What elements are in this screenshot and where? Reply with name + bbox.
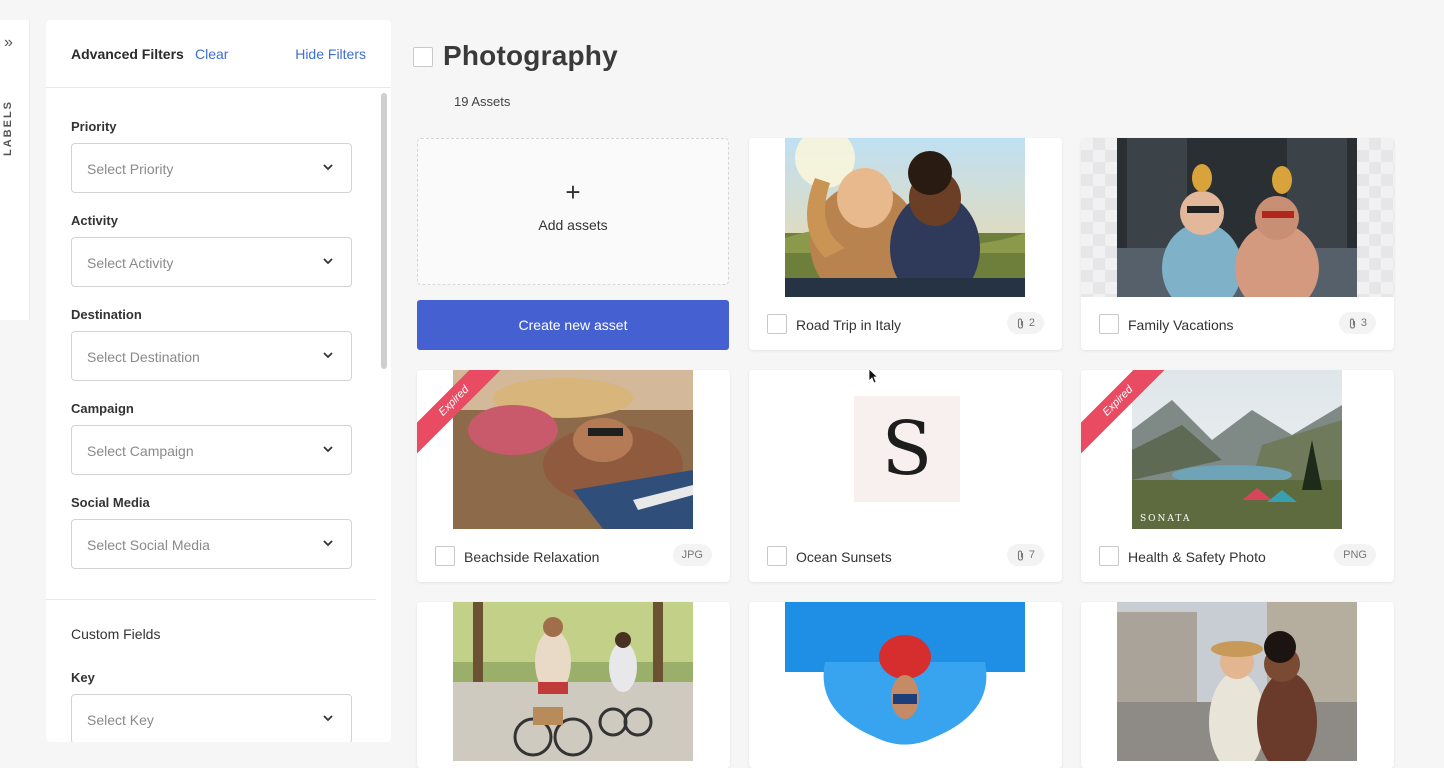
asset-name: Beachside Relaxation [464, 549, 600, 565]
hide-filters-link[interactable]: Hide Filters [295, 46, 366, 62]
priority-label: Priority [71, 119, 117, 134]
activity-filter: Activity Select Activity [71, 213, 352, 287]
asset-checkbox[interactable] [435, 546, 455, 566]
asset-checkbox[interactable] [1099, 546, 1119, 566]
clear-filters-link[interactable]: Clear [195, 46, 228, 62]
asset-card[interactable]: S Ocean Sunsets 7 [749, 370, 1062, 582]
key-label: Key [71, 670, 95, 685]
labels-tab[interactable]: LABELS [2, 100, 14, 156]
chevron-down-icon [323, 540, 333, 547]
key-select[interactable]: Select Key [71, 694, 352, 742]
asset-name: Road Trip in Italy [796, 317, 902, 333]
social-media-label: Social Media [71, 495, 150, 510]
key-filter: Key Select Key [71, 670, 352, 742]
social-media-filter: Social Media Select Social Media [71, 495, 352, 569]
plus-icon: + [565, 177, 581, 207]
divider [46, 599, 376, 600]
chevron-down-icon [323, 258, 333, 265]
attachment-count-badge: 7 [1006, 544, 1044, 566]
asset-card[interactable]: Family Vacations 3 [1081, 138, 1394, 350]
campaign-filter: Campaign Select Campaign [71, 401, 352, 475]
select-all-checkbox[interactable] [413, 47, 433, 67]
paperclip-icon [1017, 549, 1023, 561]
filters-scrollbar[interactable] [381, 93, 387, 369]
create-new-asset-button[interactable]: Create new asset [417, 300, 729, 350]
asset-thumbnail[interactable] [1117, 138, 1357, 297]
asset-thumbnail[interactable]: S [785, 370, 1025, 529]
chevron-down-icon [323, 164, 333, 171]
add-assets-label: Add assets [538, 217, 608, 233]
mouse-cursor-icon [868, 368, 878, 384]
attachment-count: 7 [1028, 549, 1035, 561]
destination-select[interactable]: Select Destination [71, 331, 352, 381]
priority-select[interactable]: Select Priority [71, 143, 352, 193]
asset-thumbnail[interactable] [453, 602, 693, 761]
asset-card[interactable] [749, 602, 1062, 768]
logo-tile: S [854, 396, 960, 502]
paperclip-icon [1349, 317, 1355, 329]
add-assets-dropzone[interactable]: + Add assets [417, 138, 729, 285]
activity-select[interactable]: Select Activity [71, 237, 352, 287]
asset-thumbnail[interactable] [785, 602, 1025, 761]
asset-count: 19 Assets [454, 94, 511, 109]
asset-name: Family Vacations [1128, 317, 1234, 333]
asset-name: Health & Safety Photo [1128, 549, 1266, 565]
advanced-filters-panel: Advanced Filters Clear Hide Filters Prio… [46, 20, 391, 742]
asset-thumbnail[interactable]: SONATA [1132, 370, 1342, 529]
asset-checkbox[interactable] [767, 314, 787, 334]
expand-panel-icon[interactable]: » [4, 34, 13, 52]
attachment-count: 3 [1360, 317, 1367, 329]
file-type-badge: PNG [1334, 544, 1376, 566]
campaign-label: Campaign [71, 401, 134, 416]
asset-card[interactable] [1081, 602, 1394, 768]
asset-card[interactable]: SONATA Expired Health & Safety Photo PNG [1081, 370, 1394, 582]
asset-thumbnail[interactable] [1117, 602, 1357, 761]
social-media-placeholder: Select Social Media [87, 537, 210, 553]
asset-thumbnail[interactable] [453, 370, 693, 529]
labels-rail: » LABELS [0, 20, 30, 320]
paperclip-icon [1017, 317, 1023, 329]
asset-checkbox[interactable] [1099, 314, 1119, 334]
filters-body: Priority Select Priority Activity Select… [46, 89, 391, 742]
destination-label: Destination [71, 307, 142, 322]
campaign-select[interactable]: Select Campaign [71, 425, 352, 475]
asset-card[interactable]: Expired Beachside Relaxation JPG [417, 370, 730, 582]
priority-placeholder: Select Priority [87, 161, 174, 177]
destination-filter: Destination Select Destination [71, 307, 352, 381]
custom-fields-title: Custom Fields [71, 626, 161, 642]
asset-card[interactable]: Road Trip in Italy 2 [749, 138, 1062, 350]
asset-card[interactable] [417, 602, 730, 768]
asset-name: Ocean Sunsets [796, 549, 892, 565]
activity-placeholder: Select Activity [87, 255, 174, 271]
logo-letter: S [881, 406, 933, 492]
page-title: Photography [443, 40, 618, 71]
chevron-down-icon [323, 715, 333, 722]
priority-filter: Priority Select Priority [71, 119, 352, 193]
transparency-background [1081, 138, 1118, 297]
file-type-badge: JPG [672, 544, 712, 566]
asset-checkbox[interactable] [767, 546, 787, 566]
key-placeholder: Select Key [87, 712, 154, 728]
destination-placeholder: Select Destination [87, 349, 200, 365]
watermark-text: SONATA [1140, 514, 1192, 524]
transparency-background [1357, 138, 1394, 297]
chevron-down-icon [323, 446, 333, 453]
asset-thumbnail[interactable] [785, 138, 1025, 297]
chevron-down-icon [323, 352, 333, 359]
filters-header: Advanced Filters Clear Hide Filters [46, 20, 391, 88]
attachment-count-badge: 3 [1338, 312, 1376, 334]
social-media-select[interactable]: Select Social Media [71, 519, 352, 569]
attachment-count: 2 [1028, 317, 1035, 329]
campaign-placeholder: Select Campaign [87, 443, 194, 459]
filters-title: Advanced Filters [71, 46, 184, 62]
attachment-count-badge: 2 [1006, 312, 1044, 334]
activity-label: Activity [71, 213, 118, 228]
